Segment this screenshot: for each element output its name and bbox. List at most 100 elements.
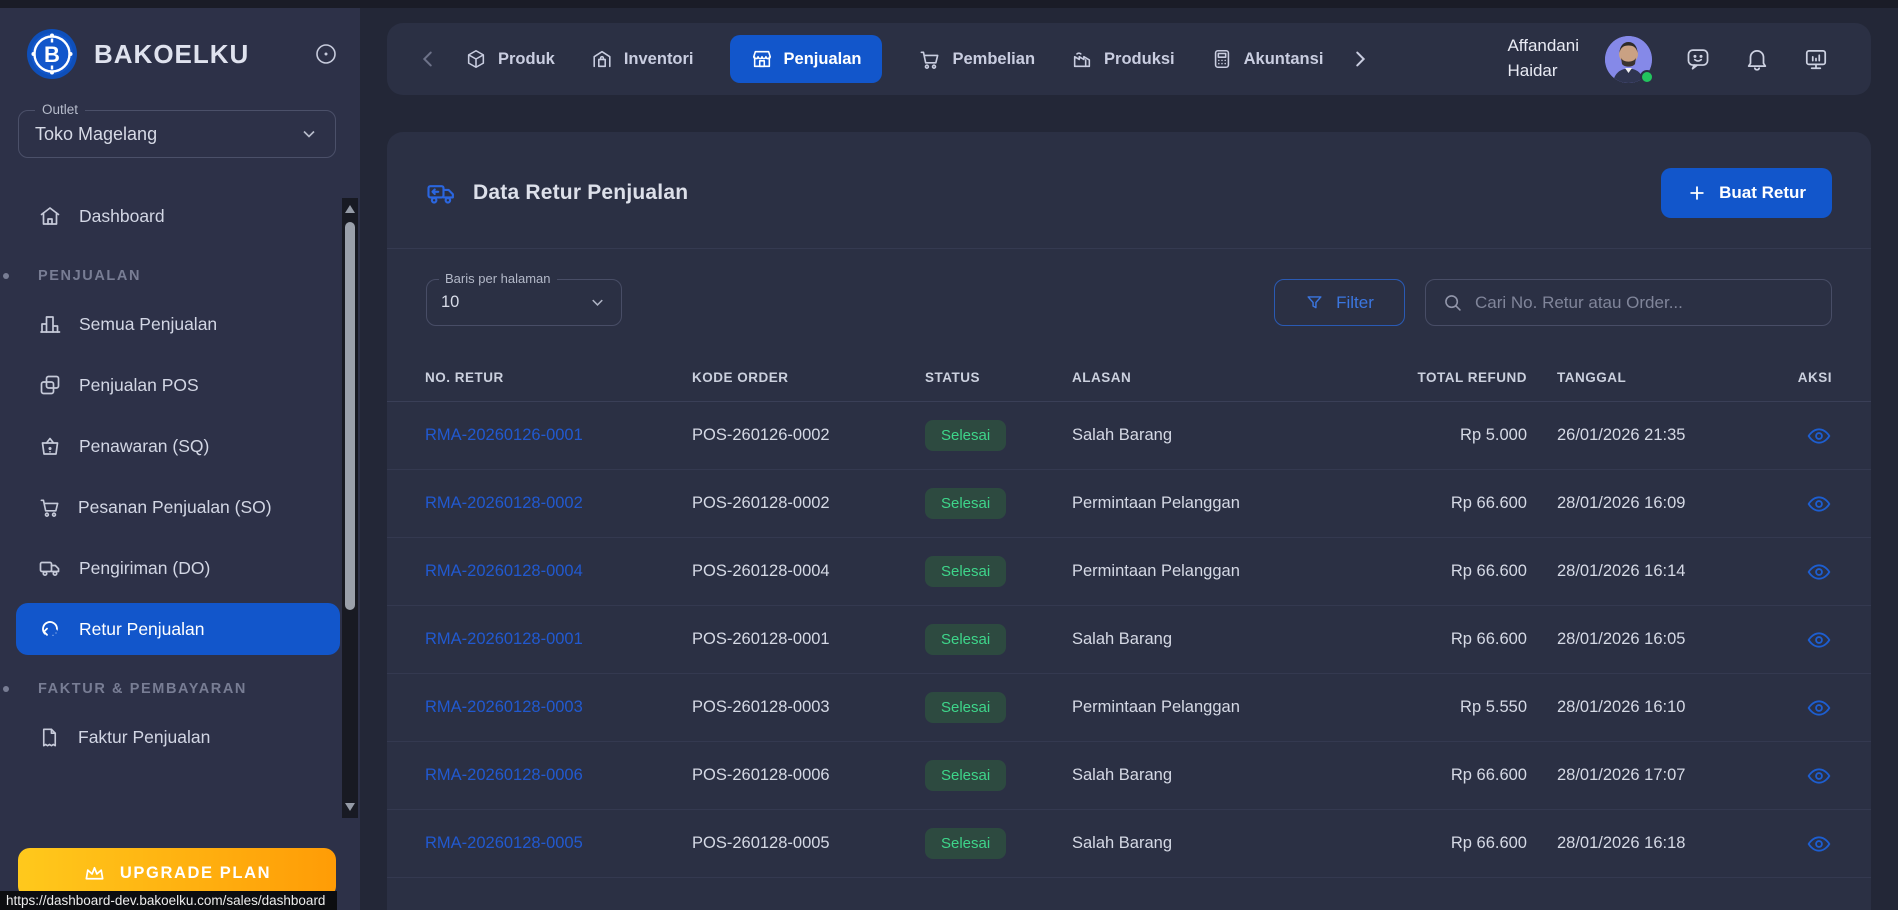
tab-produk[interactable]: Produk: [465, 35, 555, 83]
retur-number-link[interactable]: RMA-20260128-0003: [425, 698, 692, 717]
view-detail-button[interactable]: [1806, 695, 1832, 721]
search-box: [1425, 279, 1832, 326]
browser-status-url: https://dashboard-dev.bakoelku.com/sales…: [0, 891, 337, 910]
monitor-stats-icon[interactable]: [1803, 46, 1829, 72]
sidebar-item-dashboard[interactable]: Dashboard: [16, 190, 340, 242]
cell-kode-order: POS-260128-0001: [692, 630, 925, 649]
sidebar-item-label: Faktur Penjualan: [78, 727, 210, 748]
filter-button[interactable]: Filter: [1274, 279, 1405, 326]
cell-kode-order: POS-260128-0005: [692, 834, 925, 853]
cell-status: Selesai: [925, 624, 1072, 655]
cell-alasan: Permintaan Pelanggan: [1072, 494, 1337, 513]
sidebar-item-label: Dashboard: [79, 206, 165, 227]
pos-copy-icon: [38, 373, 62, 397]
truck-icon: [38, 556, 62, 580]
card-header: Data Retur Penjualan Buat Retur: [387, 132, 1871, 218]
home-icon: [38, 204, 62, 228]
page-title: Data Retur Penjualan: [473, 181, 688, 205]
sidebar-item-label: Semua Penjualan: [79, 314, 217, 335]
scroll-up-arrow-icon[interactable]: [345, 205, 355, 213]
user-avatar[interactable]: [1605, 36, 1652, 83]
sidebar-item-penawaran-sq[interactable]: Penawaran (SQ): [16, 420, 340, 472]
return-arrow-icon: [38, 617, 62, 641]
cell-status: Selesai: [925, 420, 1072, 451]
tab-label: Akuntansi: [1244, 50, 1324, 69]
bell-icon[interactable]: [1744, 46, 1770, 72]
table-row: RMA-20260128-0005POS-260128-0005SelesaiS…: [387, 810, 1871, 878]
status-badge: Selesai: [925, 624, 1006, 655]
cell-status: Selesai: [925, 692, 1072, 723]
view-detail-button[interactable]: [1806, 559, 1832, 585]
column-header-total-refund: TOTAL REFUND: [1337, 370, 1527, 385]
sidebar: B BAKOELKU Outlet Toko Magelang Dashboar…: [0, 0, 360, 910]
sidebar-menu: DashboardPENJUALANSemua PenjualanPenjual…: [0, 190, 360, 763]
tab-label: Penjualan: [784, 50, 862, 69]
brand-row: B BAKOELKU: [0, 0, 360, 80]
search-input[interactable]: [1475, 293, 1815, 313]
eye-icon: [1806, 627, 1832, 653]
column-header-no-retur: NO. RETUR: [425, 370, 692, 385]
sidebar-item-pengiriman-do[interactable]: Pengiriman (DO): [16, 542, 340, 594]
tab-akuntansi[interactable]: Akuntansi: [1211, 35, 1324, 83]
cell-tanggal: 28/01/2026 16:14: [1527, 562, 1742, 581]
cell-status: Selesai: [925, 760, 1072, 791]
retur-number-link[interactable]: RMA-20260128-0006: [425, 766, 692, 785]
retur-number-link[interactable]: RMA-20260128-0004: [425, 562, 692, 581]
scrollbar-thumb[interactable]: [345, 222, 355, 610]
retur-number-link[interactable]: RMA-20260126-0001: [425, 426, 692, 445]
cell-total-refund: Rp 66.600: [1337, 562, 1527, 581]
retur-number-link[interactable]: RMA-20260128-0001: [425, 630, 692, 649]
cell-alasan: Salah Barang: [1072, 766, 1337, 785]
view-detail-button[interactable]: [1806, 423, 1832, 449]
create-retur-label: Buat Retur: [1719, 183, 1806, 203]
tab-inventori[interactable]: Inventori: [591, 35, 694, 83]
chevron-right-icon[interactable]: [1349, 48, 1371, 70]
eye-icon: [1806, 763, 1832, 789]
sidebar-item-semua-penjualan[interactable]: Semua Penjualan: [16, 298, 340, 350]
retur-table: NO. RETURKODE ORDERSTATUSALASANTOTAL REF…: [387, 354, 1871, 878]
retur-number-link[interactable]: RMA-20260128-0005: [425, 834, 692, 853]
cell-total-refund: Rp 5.000: [1337, 426, 1527, 445]
rows-per-page-select[interactable]: Baris per halaman 10: [426, 279, 622, 326]
sidebar-item-pesanan-penjualan-so[interactable]: Pesanan Penjualan (SO): [16, 481, 340, 533]
view-detail-button[interactable]: [1806, 627, 1832, 653]
online-status-dot: [1640, 70, 1654, 84]
outlet-select[interactable]: Outlet Toko Magelang: [18, 110, 336, 158]
cell-kode-order: POS-260128-0003: [692, 698, 925, 717]
table-row: RMA-20260128-0001POS-260128-0001SelesaiS…: [387, 606, 1871, 674]
chat-smiley-icon[interactable]: [1685, 46, 1711, 72]
tab-pembelian[interactable]: Pembelian: [918, 35, 1035, 84]
sidebar-item-retur-penjualan[interactable]: Retur Penjualan: [16, 603, 340, 655]
user-name-line2: Haidar: [1507, 59, 1579, 84]
view-detail-button[interactable]: [1806, 763, 1832, 789]
user-name[interactable]: Affandani Haidar: [1507, 34, 1579, 83]
chevron-down-icon: [299, 124, 319, 144]
collapse-target-icon[interactable]: [314, 42, 338, 66]
tab-penjualan[interactable]: Penjualan: [730, 35, 883, 83]
scroll-down-arrow-icon[interactable]: [345, 803, 355, 811]
rows-per-page-label: Baris per halaman: [439, 271, 557, 286]
cell-status: Selesai: [925, 556, 1072, 587]
cell-tanggal: 28/01/2026 16:18: [1527, 834, 1742, 853]
status-badge: Selesai: [925, 692, 1006, 723]
table-row: RMA-20260128-0002POS-260128-0002SelesaiP…: [387, 470, 1871, 538]
cell-aksi: [1742, 763, 1832, 789]
svg-text:B: B: [44, 42, 60, 67]
view-detail-button[interactable]: [1806, 491, 1832, 517]
column-header-aksi: AKSI: [1742, 370, 1832, 385]
chevron-left-icon[interactable]: [417, 48, 439, 70]
sidebar-item-penjualan-pos[interactable]: Penjualan POS: [16, 359, 340, 411]
column-header-kode-order: KODE ORDER: [692, 370, 925, 385]
sidebar-item-faktur-penjualan[interactable]: Faktur Penjualan: [16, 711, 340, 763]
user-name-line1: Affandani: [1507, 34, 1579, 59]
retur-number-link[interactable]: RMA-20260128-0002: [425, 494, 692, 513]
create-retur-button[interactable]: Buat Retur: [1661, 168, 1832, 218]
outlet-label: Outlet: [35, 102, 85, 117]
sidebar-scrollbar[interactable]: [342, 198, 358, 818]
cell-tanggal: 28/01/2026 17:07: [1527, 766, 1742, 785]
filter-label: Filter: [1336, 293, 1374, 313]
view-detail-button[interactable]: [1806, 831, 1832, 857]
window-top-edge: [0, 0, 1898, 8]
tab-produksi[interactable]: Produksi: [1071, 35, 1175, 83]
eye-icon: [1806, 423, 1832, 449]
